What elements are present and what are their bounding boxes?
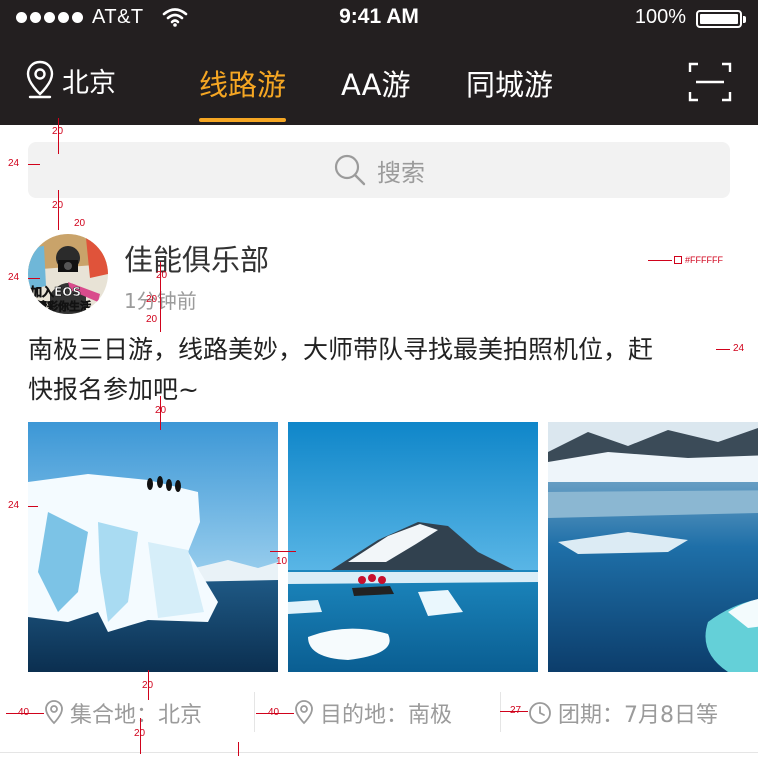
spec-label: 20 — [74, 218, 86, 229]
tour-dates-label: 团期：7月8日等 — [558, 703, 718, 728]
photo-strip[interactable] — [28, 422, 758, 672]
destination: 目的地：南极 — [294, 697, 452, 729]
clock-icon — [529, 702, 551, 724]
spec-line — [648, 260, 672, 261]
photo-ice-reflection[interactable] — [548, 422, 758, 672]
spec-label: 20 — [146, 294, 158, 305]
info-divider — [500, 692, 501, 732]
spec-line — [270, 551, 296, 552]
tab-aa-tour[interactable]: AA游 — [341, 62, 410, 104]
spec-label: 20 — [146, 314, 158, 325]
tab-local-tour[interactable]: 同城游 — [466, 62, 553, 104]
spec-line — [28, 278, 40, 279]
spec-label: 24 — [733, 343, 745, 354]
scan-icon[interactable] — [688, 62, 732, 102]
avatar-caption-2: 精彩你生活 — [36, 299, 91, 313]
battery-icon — [696, 10, 746, 28]
photo-zodiac-boat[interactable] — [288, 422, 538, 672]
destination-label: 目的地：南极 — [320, 703, 453, 728]
meeting-point: 集合地：北京 — [44, 697, 202, 729]
header: AT&T 9:41 AM 100% 北京 线路游 AA游 同城游 — [0, 0, 758, 125]
post-text-line-1: 南极三日游，线路美妙，大师带队寻找最美拍照机位，赶 — [28, 335, 654, 364]
spec-line — [238, 742, 239, 756]
spec-label: 20 — [142, 680, 154, 691]
club-name[interactable]: 佳能俱乐部 — [124, 237, 269, 279]
status-bar: AT&T 9:41 AM 100% — [0, 0, 758, 38]
spec-label: 20 — [52, 200, 64, 211]
location-selector[interactable]: 北京 — [26, 60, 116, 100]
battery-percent: 100% — [634, 6, 686, 28]
club-avatar[interactable]: 加入EOS 精彩你生活 — [28, 234, 108, 314]
spec-label: 20 — [155, 405, 167, 416]
spec-line — [28, 506, 38, 507]
search-bar[interactable]: 搜索 — [28, 142, 730, 198]
location-pin-icon — [295, 700, 313, 725]
spec-label: 20 — [134, 728, 146, 739]
spec-label: 10 — [276, 556, 288, 567]
spec-line — [28, 164, 40, 165]
spec-color-label: #FFFFFF — [685, 255, 723, 265]
spec-label: 40 — [268, 707, 280, 718]
post-text-line-2: 快报名参加吧~ — [28, 375, 199, 404]
spec-label: 24 — [8, 272, 20, 283]
top-nav: 北京 线路游 AA游 同城游 — [0, 48, 758, 125]
post-text: 南极三日游，线路美妙，大师带队寻找最美拍照机位，赶 快报名参加吧~ — [28, 330, 730, 410]
spec-label: 24 — [8, 158, 20, 169]
location-pin-icon — [45, 700, 63, 725]
search-icon — [334, 154, 366, 186]
color-swatch — [674, 256, 682, 264]
search-placeholder: 搜索 — [377, 158, 425, 187]
photo-iceberg-penguins[interactable] — [28, 422, 278, 672]
spec-label: 24 — [8, 500, 20, 511]
divider — [0, 752, 758, 753]
meeting-point-label: 集合地：北京 — [70, 703, 203, 728]
spec-label: 27 — [510, 705, 522, 716]
info-divider — [254, 692, 255, 732]
tab-route-tour[interactable]: 线路游 — [199, 62, 287, 122]
avatar-caption-1: 加入EOS — [29, 284, 81, 299]
location-label: 北京 — [62, 67, 116, 99]
spec-label: 20 — [156, 270, 168, 281]
tour-dates: 团期：7月8日等 — [528, 697, 718, 729]
spec-line — [716, 349, 730, 350]
location-pin-icon — [26, 60, 54, 99]
spec-label: 20 — [52, 126, 64, 137]
spec-label: 40 — [18, 707, 30, 718]
